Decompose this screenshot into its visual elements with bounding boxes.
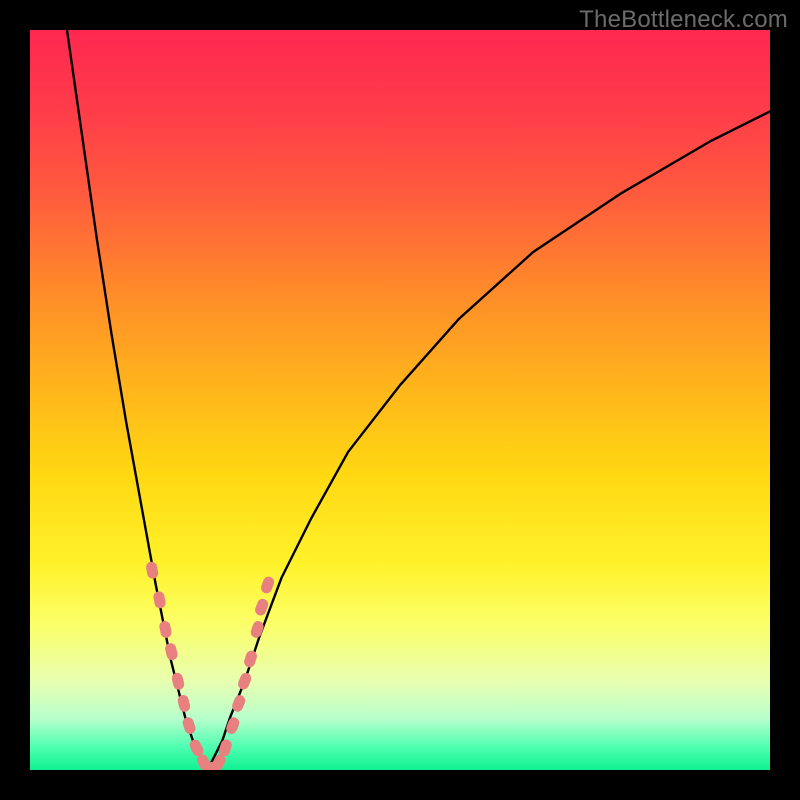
- plot-area: [30, 30, 770, 770]
- curve-left: [67, 30, 208, 770]
- chart-frame: TheBottleneck.com: [0, 0, 800, 800]
- curve-marker: [249, 620, 265, 640]
- curve-marker: [177, 694, 192, 713]
- curve-layer: [30, 30, 770, 770]
- curve-marker: [181, 716, 197, 736]
- curve-marker: [158, 620, 172, 639]
- curve-marker: [259, 575, 275, 595]
- curve-right: [208, 111, 770, 770]
- curve-marker: [236, 671, 253, 691]
- curve-marker: [171, 672, 186, 691]
- curve-marker: [164, 642, 179, 661]
- watermark-text: TheBottleneck.com: [579, 6, 788, 34]
- curve-marker: [145, 561, 159, 580]
- curve-marker: [152, 590, 166, 609]
- curve-marker: [224, 716, 241, 736]
- curve-marker: [243, 649, 259, 669]
